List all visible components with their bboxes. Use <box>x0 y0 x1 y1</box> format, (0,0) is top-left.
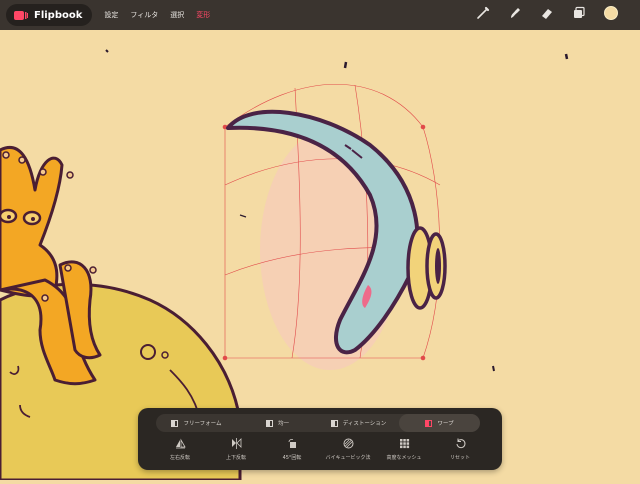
gallery-button[interactable]: Flipbook <box>6 4 93 26</box>
stroke-mark <box>105 49 109 53</box>
mode-freeform[interactable]: フリーフォーム <box>156 414 237 432</box>
mesh-icon <box>399 439 409 449</box>
flip-horizontal-button[interactable]: 左右反転 <box>152 438 208 466</box>
eraser-tool[interactable] <box>540 6 554 20</box>
transform-panel: フリーフォーム 均一 ディストーション ワープ 左右反転 上下反転 45°回転 … <box>138 408 502 470</box>
action-label: バイキュービック法 <box>325 455 371 461</box>
stroke-mark <box>239 214 247 218</box>
bicubic-button[interactable]: バイキュービック法 <box>320 438 376 466</box>
stroke-mark <box>492 365 495 372</box>
bicubic-icon <box>343 438 353 449</box>
mode-label: フリーフォーム <box>183 421 222 427</box>
mode-label: 均一 <box>277 421 289 427</box>
flip-horizontal-icon <box>175 438 186 449</box>
eraser-icon <box>542 9 552 19</box>
distort-icon <box>330 419 338 427</box>
top-toolbar: Flipbook 設定 フィルタ 選択 変形 <box>0 0 640 30</box>
app-title: Flipbook <box>34 9 83 21</box>
transform-mode-selector: フリーフォーム 均一 ディストーション ワープ <box>156 414 480 432</box>
flip-vertical-button[interactable]: 上下反転 <box>208 438 264 466</box>
action-label: 左右反転 <box>169 455 190 461</box>
brush-icon <box>477 6 490 19</box>
menu-item-transform[interactable]: 変形 <box>196 10 210 20</box>
layers-icon <box>574 6 585 18</box>
stroke-mark <box>343 61 348 69</box>
action-label: 高度なメッシュ <box>386 455 422 461</box>
ring-shape <box>435 248 441 284</box>
freeform-icon <box>171 419 179 427</box>
rotate-45-icon <box>288 438 296 448</box>
flip-vertical-icon <box>231 438 241 449</box>
transform-actions: 左右反転 上下反転 45°回転 バイキュービック法 高度なメッシュ リセット <box>152 438 488 466</box>
action-label: リセット <box>449 455 470 461</box>
reset-icon <box>456 438 465 449</box>
menu-item-select[interactable]: 選択 <box>170 10 184 20</box>
action-label: 45°回転 <box>282 455 302 461</box>
stroke-mark <box>564 53 569 60</box>
tool-group <box>476 6 618 20</box>
reset-button[interactable]: リセット <box>432 438 488 466</box>
advanced-mesh-button[interactable]: 高度なメッシュ <box>376 438 432 466</box>
rotate-45-button[interactable]: 45°回転 <box>264 438 320 466</box>
uniform-icon <box>265 419 273 427</box>
color-swatch[interactable] <box>604 6 618 20</box>
layers-tool[interactable] <box>572 6 586 20</box>
action-label: 上下反転 <box>225 455 246 461</box>
mode-label: ワープ <box>437 421 454 427</box>
menu-item-filter[interactable]: フィルタ <box>130 10 158 20</box>
mode-label: ディストーション <box>342 421 387 427</box>
mode-distort[interactable]: ディストーション <box>318 414 399 432</box>
app-logo-icon <box>14 10 28 20</box>
mode-warp[interactable]: ワープ <box>399 414 480 432</box>
mode-uniform[interactable]: 均一 <box>237 414 318 432</box>
main-menu: 設定 フィルタ 選択 変形 <box>104 10 210 20</box>
warp-icon <box>425 419 433 427</box>
smudge-icon <box>511 8 520 18</box>
menu-item-settings[interactable]: 設定 <box>104 10 118 20</box>
brush-tool[interactable] <box>476 6 490 20</box>
smudge-tool[interactable] <box>508 6 522 20</box>
